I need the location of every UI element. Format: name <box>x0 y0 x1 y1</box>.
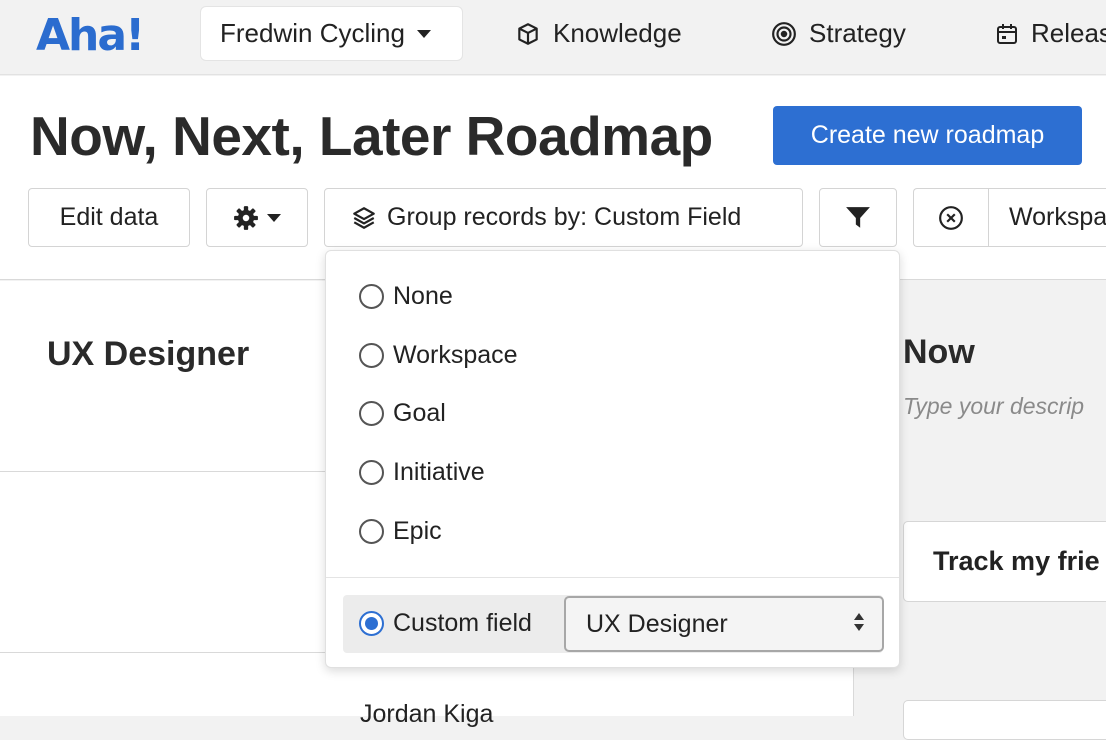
group-option-label: Epic <box>393 517 442 545</box>
nav-knowledge[interactable]: Knowledge <box>515 18 682 49</box>
nav-releases[interactable]: Releas <box>995 18 1106 49</box>
calendar-icon <box>997 23 1017 44</box>
nav-strategy[interactable]: Strategy <box>771 18 906 49</box>
lane-divider <box>0 652 325 653</box>
aha-logo[interactable]: Aha! <box>36 10 145 61</box>
group-option-initiative[interactable]: Initiative <box>359 458 485 487</box>
edit-data-label: Edit data <box>59 203 159 231</box>
column-description-input[interactable]: Type your descrip <box>903 393 1084 420</box>
workspace-switcher[interactable]: Fredwin Cycling <box>200 6 463 61</box>
lane-divider <box>0 471 325 472</box>
lane-title: UX Designer <box>47 335 250 373</box>
layers-icon <box>353 206 375 229</box>
clear-filter-button[interactable] <box>914 189 989 246</box>
group-records-label: Group records by: Custom Field <box>387 203 742 231</box>
column-title: Now <box>903 333 975 371</box>
roadmap-card[interactable]: Track my frie <box>903 521 1106 602</box>
radio-button[interactable] <box>359 401 384 426</box>
group-option-label: Custom field <box>393 609 532 637</box>
select-arrows-icon <box>854 613 864 631</box>
group-option-epic[interactable]: Epic <box>359 517 442 546</box>
nav-releases-label: Releas <box>1031 18 1106 48</box>
gear-icon <box>234 205 258 230</box>
nav-strategy-label: Strategy <box>809 18 906 48</box>
edit-data-button[interactable]: Edit data <box>28 188 190 247</box>
radio-button[interactable] <box>359 284 384 309</box>
workspace-filter-label: Workspa <box>1009 203 1106 231</box>
filter-button[interactable] <box>819 188 897 247</box>
group-option-label: Workspace <box>393 341 518 369</box>
caret-down-icon <box>416 29 431 38</box>
lane-label: Jordan Kiga <box>360 700 494 728</box>
workspace-name: Fredwin Cycling <box>220 18 405 48</box>
filter-icon <box>846 206 870 228</box>
group-option-custom-field[interactable]: Custom field <box>359 609 532 638</box>
page-title: Now, Next, Later Roadmap <box>30 105 713 167</box>
cube-icon <box>518 22 538 45</box>
group-option-none[interactable]: None <box>359 282 453 311</box>
roadmap-card[interactable] <box>903 700 1106 740</box>
target-icon <box>772 21 796 46</box>
radio-button-selected[interactable] <box>359 611 384 636</box>
workspace-filter-chip[interactable]: Workspa <box>913 188 1106 247</box>
divider <box>326 577 899 578</box>
radio-button[interactable] <box>359 519 384 544</box>
top-nav: Aha! Fredwin Cycling Knowledge Strategy … <box>0 0 1106 75</box>
group-option-label: Goal <box>393 399 446 427</box>
group-by-dropdown: None Workspace Goal Initiative Epic Cust… <box>325 250 900 668</box>
custom-field-value: UX Designer <box>586 609 728 638</box>
nav-knowledge-label: Knowledge <box>553 18 682 48</box>
group-option-label: None <box>393 282 453 310</box>
group-option-goal[interactable]: Goal <box>359 399 446 428</box>
group-records-button[interactable]: Group records by: Custom Field <box>324 188 803 247</box>
caret-down-icon <box>267 213 281 222</box>
radio-button[interactable] <box>359 343 384 368</box>
create-roadmap-button[interactable]: Create new roadmap <box>773 106 1082 165</box>
group-option-workspace[interactable]: Workspace <box>359 341 518 370</box>
custom-field-select[interactable]: UX Designer <box>564 596 884 652</box>
radio-button[interactable] <box>359 460 384 485</box>
settings-button[interactable] <box>206 188 308 247</box>
close-circle-icon <box>939 205 963 230</box>
group-option-label: Initiative <box>393 458 485 486</box>
